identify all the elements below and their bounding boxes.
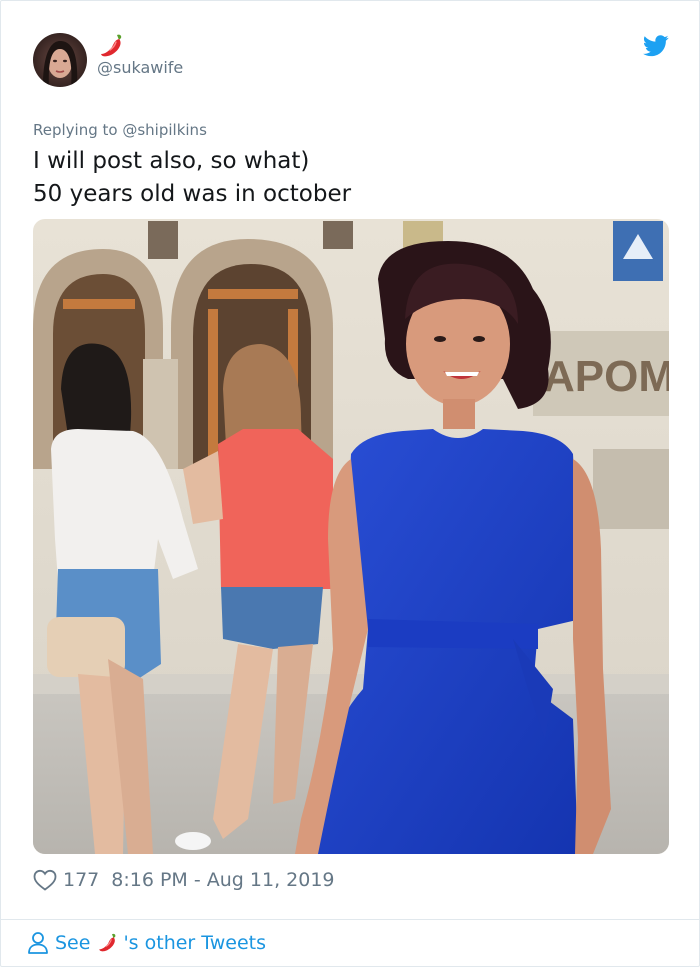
display-name[interactable]	[97, 31, 127, 61]
see-other-tweets-link[interactable]: See 's other Tweets	[27, 929, 266, 957]
see-label: See	[55, 932, 91, 954]
tweet-timestamp[interactable]: 8:16 PM - Aug 11, 2019	[111, 869, 334, 891]
tweet-photo[interactable]: APOM	[33, 219, 669, 854]
reply-target-link[interactable]: @shipilkins	[122, 121, 207, 139]
heart-icon[interactable]	[33, 869, 57, 891]
avatar[interactable]	[33, 33, 87, 87]
user-handle[interactable]: @sukawife	[97, 58, 183, 77]
person-icon	[28, 932, 48, 954]
reply-prefix: Replying to	[33, 121, 118, 139]
tweet-line: 50 years old was in october	[33, 181, 352, 207]
tweet-line: I will post also, so what)	[33, 148, 310, 174]
divider	[1, 919, 699, 920]
svg-text:APOM: APOM	[543, 352, 669, 401]
tweet-meta: 177 8:16 PM - Aug 11, 2019	[33, 867, 335, 893]
twitter-bird-icon[interactable]	[643, 35, 669, 57]
chili-pepper-icon	[99, 933, 116, 952]
chili-pepper-icon	[101, 34, 122, 57]
like-count[interactable]: 177	[63, 869, 99, 891]
tweet-text: I will post also, so what) 50 years old …	[33, 145, 351, 211]
tweet-card: @sukawife Replying to @shipilkins I will…	[0, 0, 700, 967]
reply-context: Replying to @shipilkins	[33, 121, 207, 139]
others-label: 's other Tweets	[123, 932, 266, 954]
